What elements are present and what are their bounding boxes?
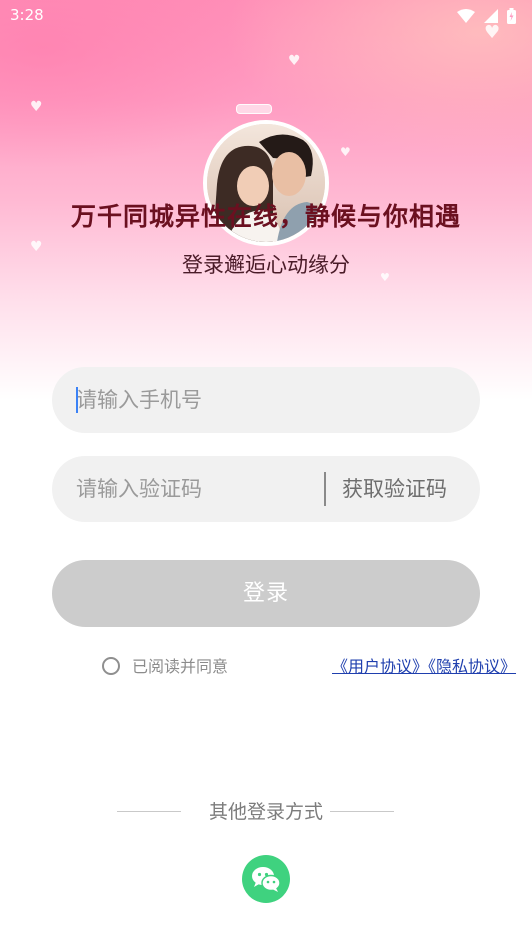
heart-decoration-icon: ♥ — [30, 99, 43, 115]
status-time: 3:28 — [10, 6, 44, 24]
heart-decoration-icon: ♥ — [484, 22, 501, 43]
hero-subheadline: 登录邂逅心动缘分 — [182, 253, 350, 277]
code-divider — [324, 472, 326, 506]
agreement-checkbox[interactable] — [102, 657, 120, 675]
wifi-icon — [457, 8, 476, 23]
phone-field-container — [52, 367, 480, 433]
avatar-hang-tag — [236, 104, 272, 114]
wechat-icon — [252, 867, 281, 892]
heart-decoration-icon: ♥ — [288, 53, 301, 69]
text-caret — [76, 387, 78, 413]
status-bar: 3:28 — [0, 0, 532, 30]
get-code-button[interactable]: 获取验证码 — [342, 456, 447, 522]
divider-line — [330, 811, 394, 812]
other-login-section: 其他登录方式 — [0, 798, 532, 826]
login-button[interactable]: 登录 — [52, 560, 480, 627]
other-login-label: 其他登录方式 — [208, 801, 323, 823]
heart-decoration-icon: ♥ — [340, 145, 351, 159]
verification-code-input[interactable] — [76, 456, 316, 522]
agreement-prefix: 已阅读并同意 — [132, 657, 229, 676]
code-field-container: 获取验证码 — [52, 456, 480, 522]
wechat-login-button[interactable] — [242, 855, 290, 903]
agreement-links[interactable]: 《用户协议》《隐私协议》 — [332, 656, 516, 678]
hero-headline: 万千同城异性在线，静候与你相遇 — [70, 202, 461, 231]
battery-icon — [507, 7, 516, 24]
phone-input[interactable] — [76, 367, 456, 433]
signal-icon — [484, 8, 499, 23]
